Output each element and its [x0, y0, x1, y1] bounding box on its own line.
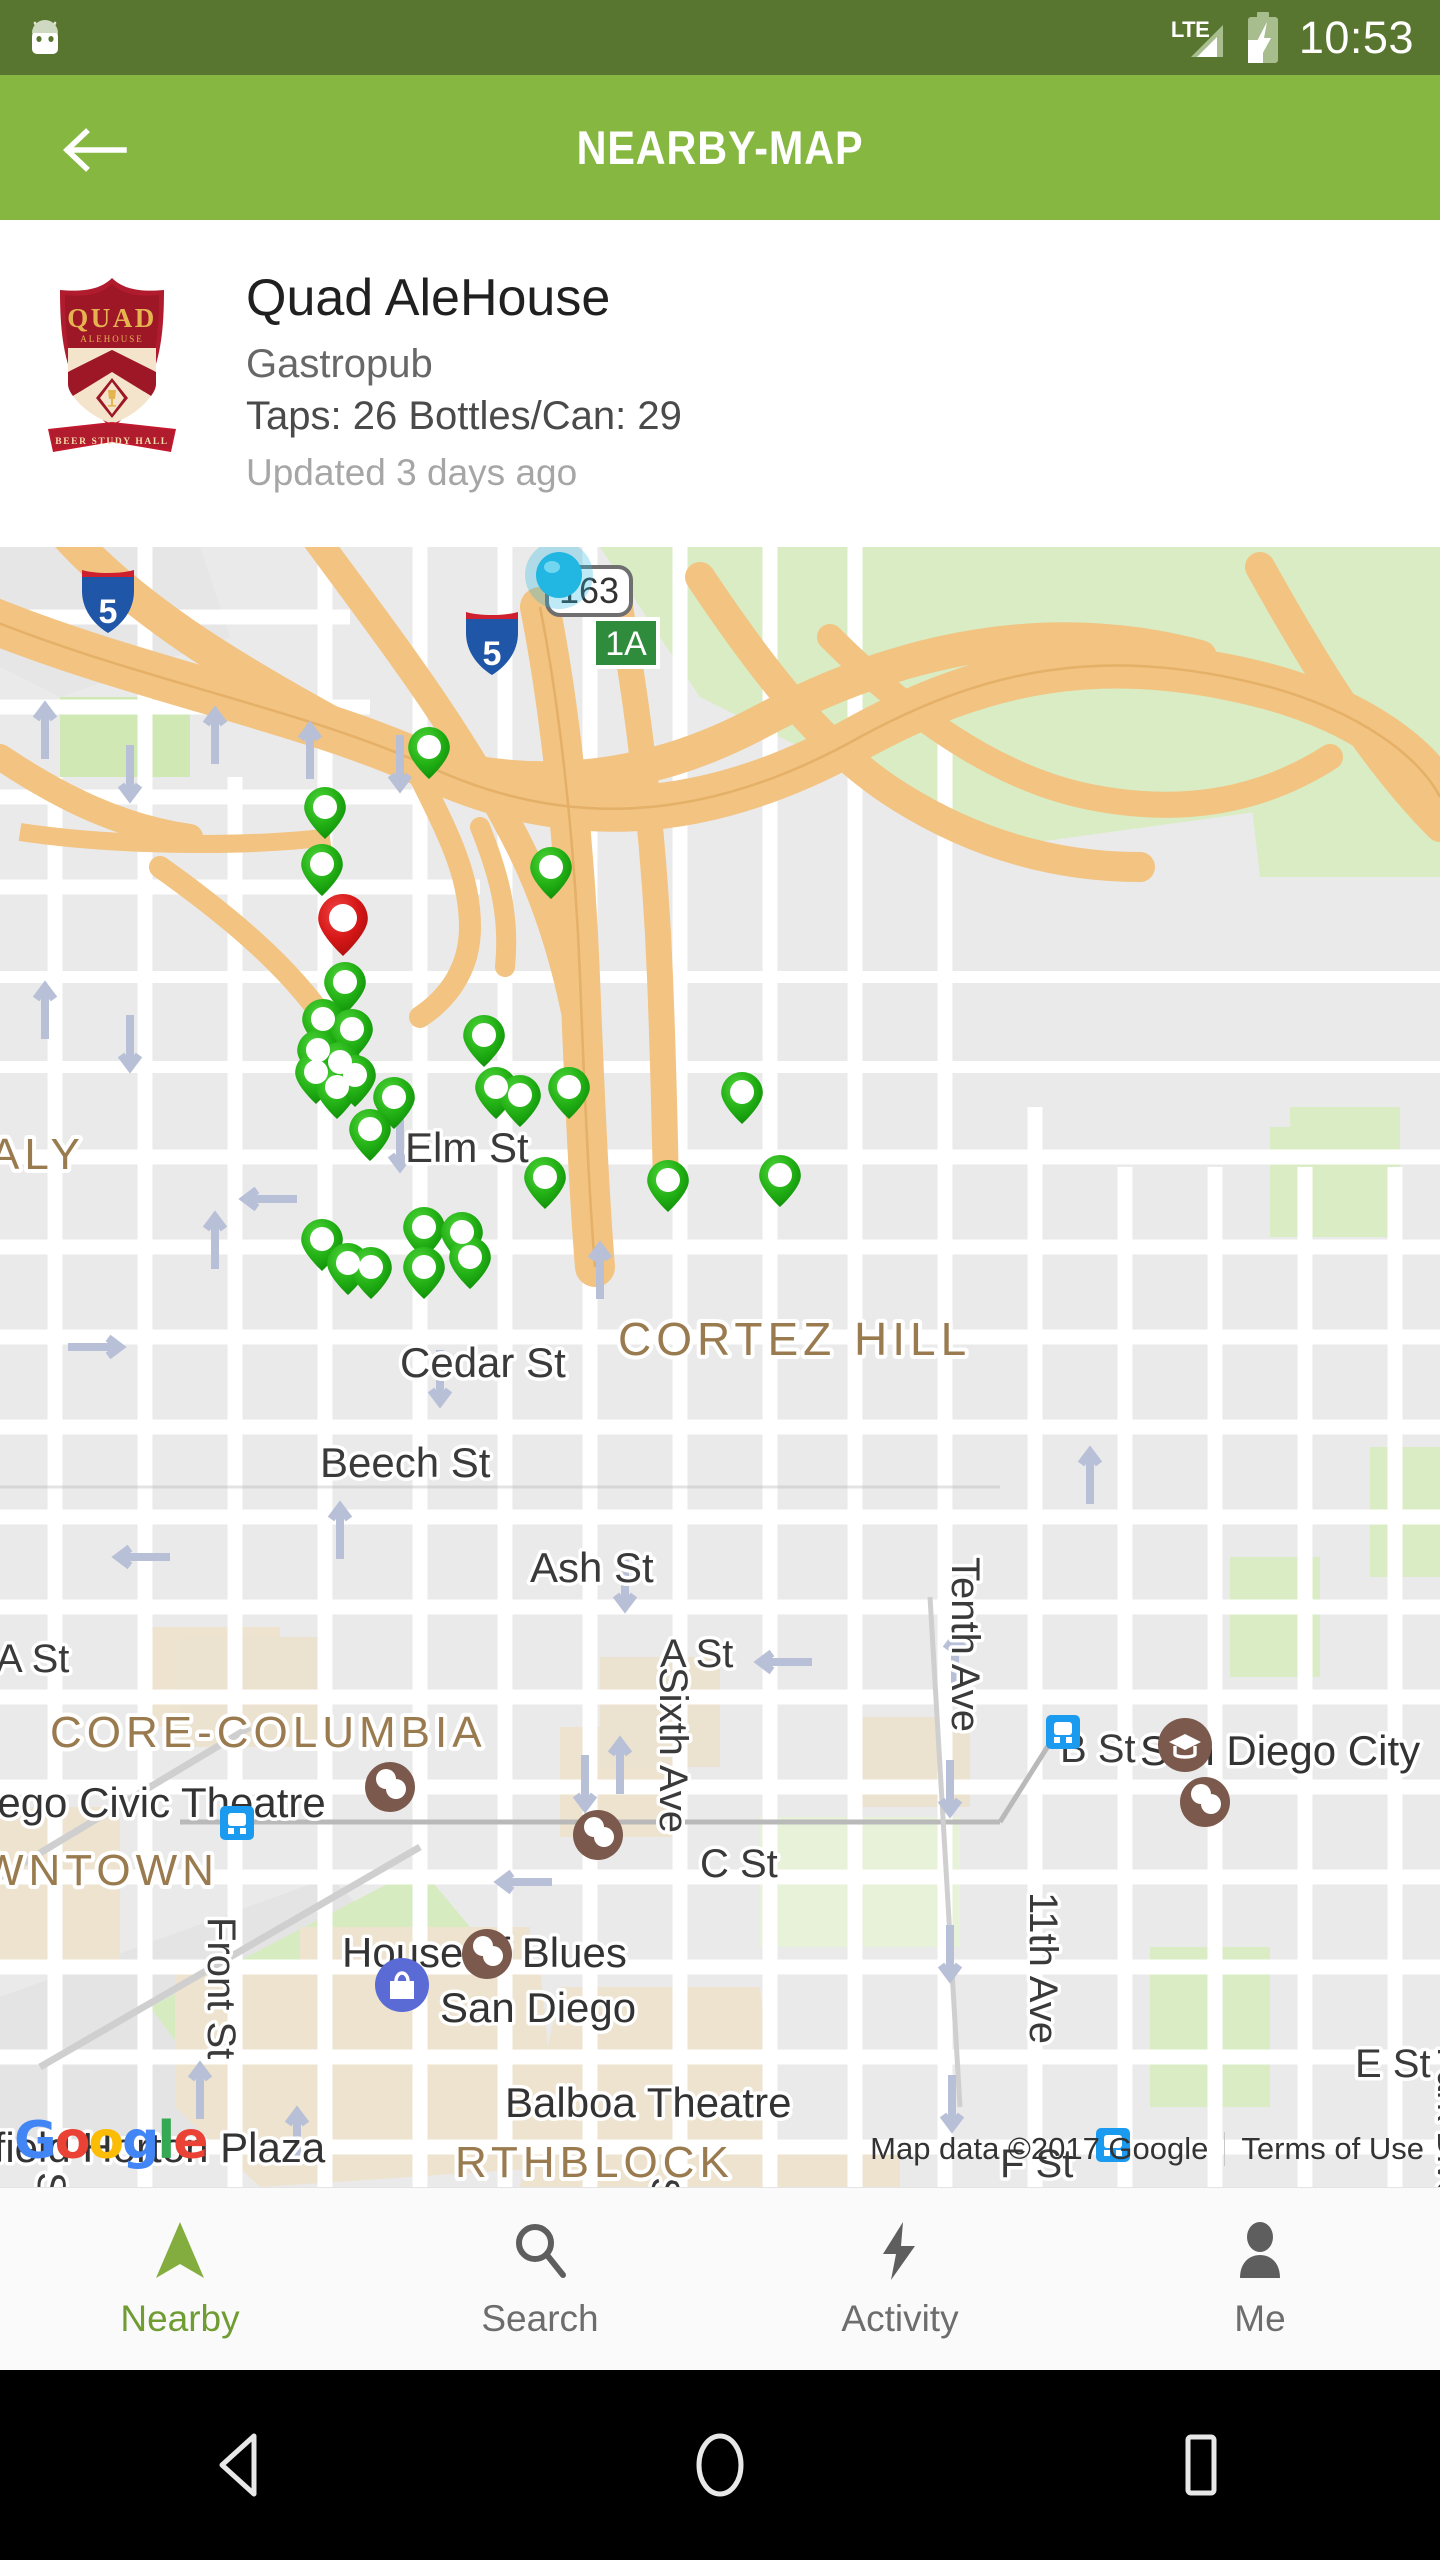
- neighborhood-label: CORE-COLUMBIA: [50, 1708, 487, 1757]
- venue-name: Quad AleHouse: [246, 269, 611, 327]
- app-bar: NEARBY-MAP: [0, 75, 1440, 220]
- nav-item-search[interactable]: Search: [360, 2188, 720, 2371]
- street-label: Beech St: [320, 1439, 491, 1486]
- status-bar: LTE 10:53: [0, 0, 1440, 75]
- svg-text:BEER STUDY HALL: BEER STUDY HALL: [55, 437, 168, 447]
- google-logo-letter: o: [88, 2111, 124, 2171]
- theatre-icon: [365, 1762, 415, 1812]
- poi-label: Balboa Theatre: [505, 2079, 791, 2126]
- person-icon: [1233, 2220, 1287, 2282]
- circle-icon: [696, 2433, 744, 2497]
- venue-info-card[interactable]: QUAD ALEHOUSE BEER STUDY HALL Quad AleHo…: [0, 220, 1440, 729]
- page-title: NEARBY-MAP: [576, 121, 864, 174]
- map-canvas[interactable]: Elm St Cedar St Beech St Ash St A St A S…: [0, 547, 1440, 2187]
- bottom-navigation: Nearby Search Activity Me: [0, 2187, 1440, 2371]
- google-logo-letter: o: [54, 2111, 91, 2171]
- poi-label: iego Civic Theatre: [0, 1779, 326, 1826]
- transit-station-icon: [1046, 1715, 1080, 1749]
- street-label: E St: [1355, 2042, 1431, 2086]
- neighborhood-label: CORTEZ HILL: [618, 1313, 971, 1365]
- nav-label-activity: Activity: [841, 2297, 959, 2339]
- terms-of-use-link[interactable]: Terms of Use: [1225, 2131, 1440, 2167]
- svg-text:ALEHOUSE: ALEHOUSE: [80, 334, 144, 344]
- venue-counts: Taps: 26 Bottles/Can: 29: [246, 394, 682, 439]
- recents-button[interactable]: [1120, 2410, 1280, 2520]
- search-icon: [511, 2220, 569, 2282]
- square-icon: [1185, 2434, 1217, 2496]
- nav-label-search: Search: [481, 2297, 599, 2339]
- status-bar-right: LTE 10:53: [1171, 10, 1414, 66]
- neighborhood-label: RTHBLOCK: [455, 2138, 734, 2187]
- status-bar-clock: 10:53: [1298, 11, 1414, 63]
- map-attribution: Map data ©2017 Google Terms of Use: [854, 2131, 1440, 2167]
- street-label: Front St: [199, 1917, 243, 2059]
- street-label: State St: [29, 2172, 73, 2187]
- nav-item-activity[interactable]: Activity: [720, 2188, 1080, 2371]
- venue-type: Gastropub: [246, 342, 433, 387]
- venue-logo: QUAD ALEHOUSE BEER STUDY HALL: [38, 272, 186, 460]
- street-label: A St: [0, 1637, 69, 1681]
- poi-label: San Diego: [440, 1984, 636, 2031]
- venue-updated: Updated 3 days ago: [246, 451, 578, 493]
- phone-screen: LTE 10:53 NEARBY-MAP QUAD ALEHOUSE BEER …: [0, 0, 1440, 2560]
- street-label: Sixth Ave: [651, 1667, 695, 1833]
- google-logo-letter: e: [173, 2111, 208, 2171]
- svg-text:5: 5: [483, 635, 502, 673]
- back-button[interactable]: [160, 2410, 320, 2520]
- neighborhood-label: ALY: [0, 1130, 85, 1179]
- google-logo-letter: G: [14, 2111, 57, 2171]
- battery-charging-icon: [1247, 11, 1278, 63]
- street-label: Cedar St: [400, 1339, 566, 1386]
- shopping-icon: [375, 1958, 429, 2012]
- street-label: C St: [700, 1842, 778, 1886]
- nav-label-nearby: Nearby: [120, 2297, 240, 2339]
- navigation-arrow-icon: [153, 2220, 207, 2282]
- college-icon: [1158, 1718, 1212, 1772]
- triangle-left-icon: [219, 2433, 257, 2497]
- nav-item-me[interactable]: Me: [1080, 2188, 1440, 2371]
- neighborhood-label: WNTOWN: [0, 1846, 219, 1895]
- android-system-nav: [0, 2370, 1440, 2560]
- google-logo-letter: g: [122, 2111, 159, 2171]
- svg-text:1A: 1A: [605, 625, 647, 663]
- lte-signal-icon: LTE: [1171, 15, 1227, 61]
- status-bar-left: [22, 15, 1175, 61]
- street-label: Elm St: [405, 1124, 529, 1171]
- svg-text:5: 5: [99, 593, 118, 631]
- venue-details: Quad AleHouse Gastropub Taps: 26 Bottles…: [246, 270, 682, 494]
- street-label: Tenth Ave: [943, 1557, 987, 1732]
- street-label: 11th Ave: [1021, 1892, 1065, 2044]
- android-head-icon: [22, 15, 68, 61]
- nav-label-me: Me: [1234, 2297, 1286, 2339]
- transit-station-icon: [220, 1806, 254, 1840]
- theatre-icon: [462, 1929, 512, 1979]
- google-logo: Google: [14, 2111, 209, 2171]
- home-button[interactable]: [640, 2410, 800, 2520]
- svg-text:QUAD: QUAD: [67, 303, 157, 333]
- theatre-icon: [1180, 1777, 1230, 1827]
- map-data-text: Map data ©2017 Google: [870, 2131, 1209, 2166]
- street-label: Ash St: [530, 1544, 654, 1591]
- map-view[interactable]: Elm St Cedar St Beech St Ash St A St A S…: [0, 547, 1440, 2187]
- theatre-icon: [573, 1810, 623, 1860]
- google-logo-letter: l: [157, 2111, 175, 2171]
- nav-item-nearby[interactable]: Nearby: [0, 2188, 360, 2371]
- lightning-bolt-icon: [877, 2220, 923, 2282]
